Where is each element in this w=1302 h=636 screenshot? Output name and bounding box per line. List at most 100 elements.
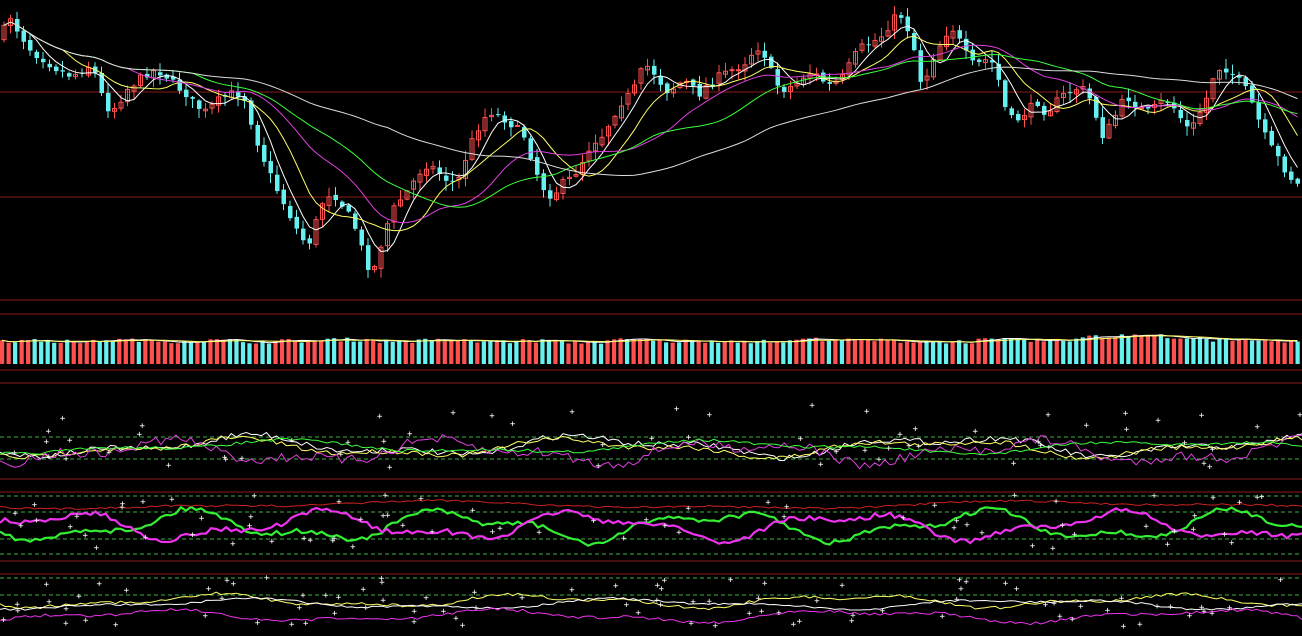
volume-bar-up	[462, 339, 467, 364]
candle-up-body	[515, 125, 520, 128]
signal-plus-marker: +	[1045, 410, 1051, 420]
volume-bar-up	[1275, 340, 1281, 364]
volume-bar-down	[1074, 338, 1079, 364]
candle-down-body	[762, 50, 767, 58]
candle-down-body	[782, 86, 787, 92]
volume-bar-up	[312, 340, 317, 364]
volume-bar-up	[898, 342, 903, 364]
signal-plus-marker: +	[120, 499, 126, 509]
volume-bar-up	[0, 340, 5, 364]
volume-bar-down	[716, 342, 721, 364]
volume-bar-up	[579, 343, 584, 364]
volume-bar-up	[1171, 338, 1177, 364]
volume-bar-down	[839, 340, 845, 364]
candle-down-body	[1009, 108, 1014, 116]
volume-bar-down	[598, 343, 604, 364]
volume-bar-up	[872, 341, 877, 364]
signal-plus-marker: +	[15, 607, 21, 617]
candle-down-body	[333, 194, 338, 201]
volume-bar-up	[1106, 337, 1111, 364]
signal-plus-marker: +	[1053, 497, 1059, 507]
volume-bar-up	[475, 342, 480, 364]
signal-plus-marker: +	[1155, 416, 1161, 426]
volume-bar-up	[91, 339, 96, 364]
signal-plus-marker: +	[1105, 606, 1111, 616]
signal-plus-marker: +	[728, 576, 734, 586]
volume-bar-down	[787, 340, 792, 364]
signal-plus-marker: +	[1043, 601, 1049, 611]
panel-dividers	[0, 91, 1302, 575]
signal-plus-marker: +	[1222, 530, 1228, 540]
candle-down-body	[996, 63, 1001, 80]
volume-bar-up	[611, 339, 617, 364]
volume-bar-down	[110, 341, 115, 364]
signal-plus-marker: +	[906, 441, 912, 451]
candle-down-body	[1276, 145, 1281, 157]
signal-plus-marker: +	[1030, 542, 1036, 552]
volume-bar-up	[553, 339, 558, 364]
signal-plus-marker: +	[913, 424, 919, 434]
signal-plus-marker: +	[886, 444, 892, 454]
candle-down-body	[366, 245, 371, 270]
volume-bar-down	[755, 341, 760, 364]
volume-bar-up	[1288, 340, 1294, 364]
volume-bar-down	[423, 338, 428, 364]
signal-plus-marker: +	[916, 442, 922, 452]
signal-plus-marker: +	[1051, 599, 1057, 609]
volume-bar-down	[735, 342, 740, 364]
volume-bar-up	[846, 338, 851, 364]
candle-down-body	[47, 63, 52, 68]
volume-bar-up	[1054, 338, 1059, 364]
candle-down-body	[353, 213, 358, 229]
candle-down-body	[912, 33, 917, 51]
volume-bar-up	[58, 342, 63, 364]
stock-chart: + + + + + + + + + + + + + + + + + + + + + + + + + + + + + + + + + + + + + + + +…	[0, 6, 1302, 632]
signal-plus-marker: +	[1038, 441, 1044, 451]
candle-down-body	[1178, 109, 1183, 119]
signal-plus-marker: +	[1151, 492, 1157, 502]
volume-bar-up	[1230, 340, 1235, 364]
volume-bar-down	[488, 341, 493, 364]
signal-plus-marker: +	[1057, 612, 1063, 622]
candle-down-body	[1016, 113, 1021, 121]
signal-plus-marker: +	[963, 577, 969, 587]
signal-plus-marker: +	[140, 498, 146, 508]
volume-bar-down	[1249, 340, 1255, 364]
volume-bar-up	[618, 338, 623, 364]
signal-plus-marker: +	[441, 607, 447, 617]
candle-down-body	[34, 51, 39, 59]
volume-bar-up	[774, 341, 779, 364]
candle-down-body	[691, 79, 696, 86]
signal-plus-marker: +	[1124, 425, 1130, 435]
signal-plus-marker: +	[1046, 443, 1052, 453]
volume-bar-up	[19, 339, 24, 364]
volume-bar-up	[279, 339, 285, 364]
signal-plus-marker: +	[1229, 538, 1235, 548]
volume-bar-up	[572, 340, 578, 364]
signal-plus-marker: +	[864, 407, 870, 417]
volume-bar-down	[507, 343, 513, 364]
signal-plus-marker: +	[323, 591, 329, 601]
signal-plus-marker: +	[12, 509, 18, 519]
signal-plus-marker: +	[1084, 421, 1090, 431]
candle-down-body	[1289, 171, 1294, 180]
volume-bar-down	[1015, 338, 1020, 364]
signal-plus-marker: +	[169, 495, 175, 505]
signal-plus-marker: +	[46, 453, 52, 463]
volume-bar-up	[969, 343, 975, 364]
volume-bar-down	[624, 339, 630, 364]
volume-bar-up	[878, 338, 884, 364]
candle-down-body	[1042, 105, 1047, 115]
volume-bar-down	[136, 341, 141, 364]
volume-bar-up	[891, 340, 897, 364]
signal-plus-marker: +	[385, 511, 391, 521]
volume-bar-down	[540, 339, 545, 364]
signal-plus-marker: +	[137, 430, 143, 440]
volume-bar-up	[442, 341, 447, 364]
volume-bar-up	[813, 337, 818, 364]
signal-plus-marker: +	[489, 411, 495, 421]
candle-up-body	[1139, 107, 1144, 110]
macd-indicator-panel: + + + + + + + + + + + + + + + + + + + + + + + + + + + + + + + + + + + + + + + +…	[0, 574, 1302, 632]
signal-plus-marker: +	[206, 584, 212, 594]
volume-bar-down	[989, 338, 994, 364]
